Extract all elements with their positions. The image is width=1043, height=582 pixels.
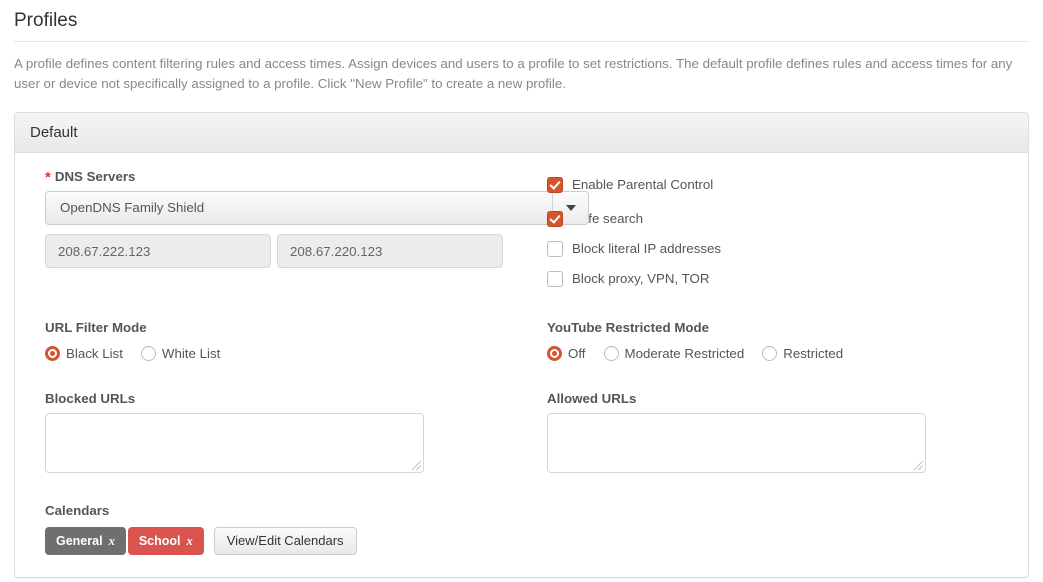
remove-icon[interactable]: x [109,527,115,555]
blocked-urls-label: Blocked URLs [45,391,136,406]
filter-options-list: Enable Parental Control Safe search Bloc… [547,168,998,291]
checkbox-block-proxy-vpn-tor[interactable] [547,270,563,287]
radio-row-youtube-off[interactable]: Off [547,345,586,362]
checkbox-row-safe-search[interactable]: Safe search [547,206,998,231]
calendars-group: Calendars General x School x View/Edit C… [45,502,998,555]
checkbox-block-literal-ip[interactable] [547,240,563,257]
radio-label-youtube-restricted: Restricted [783,345,844,361]
radio-youtube-moderate[interactable] [603,345,619,361]
calendars-tag-row: General x School x View/Edit Calendars [45,527,998,555]
radio-black-list[interactable] [45,345,60,361]
checkbox-label-block-proxy-vpn-tor: Block proxy, VPN, TOR [572,271,710,286]
radio-youtube-restricted[interactable] [762,345,778,361]
allowed-urls-textarea[interactable] [547,413,926,473]
dns-and-options-row: * DNS Servers OpenDNS Family Shield 208.… [45,168,998,296]
radio-youtube-off[interactable] [547,345,562,361]
radio-label-youtube-moderate: Moderate Restricted [624,345,745,361]
profile-panel-default: Default * DNS Servers OpenDNS Family Shie… [14,112,1029,578]
modes-row: URL Filter Mode Black List White List Yo… [45,319,998,364]
page-description: A profile defines content filtering rule… [14,56,1013,91]
dns-provider-selected-value: OpenDNS Family Shield [60,200,205,215]
remove-icon[interactable]: x [186,527,192,555]
dns-servers-group: * DNS Servers OpenDNS Family Shield [45,168,589,268]
dns-primary-input[interactable] [45,234,271,268]
calendar-tag-school[interactable]: School x [127,527,204,555]
radio-label-black-list: Black List [66,345,123,361]
checkbox-safe-search[interactable] [547,210,563,227]
panel-heading-default: Default [15,113,1028,153]
dns-ip-row [45,234,503,268]
view-edit-calendars-button[interactable]: View/Edit Calendars [213,527,357,555]
youtube-restricted-mode-radios: Off Moderate Restricted Restricted [547,342,998,364]
url-filter-mode-radios: Black List White List [45,342,503,364]
url-filter-mode-group: URL Filter Mode Black List White List [45,319,503,364]
allowed-urls-textarea-wrap [547,413,926,473]
url-filter-mode-label: URL Filter Mode [45,320,147,335]
profiles-page: Profiles A profile defines content filte… [0,0,1043,582]
checkbox-enable-parental-control[interactable] [547,176,563,193]
radio-row-white-list[interactable]: White List [140,345,221,362]
radio-white-list[interactable] [140,345,156,361]
checkbox-row-enable-parental-control[interactable]: Enable Parental Control [547,172,998,197]
checkbox-row-block-literal-ip[interactable]: Block literal IP addresses [547,236,998,261]
dns-secondary-input[interactable] [277,234,503,268]
radio-row-youtube-restricted[interactable]: Restricted [762,345,843,362]
blocked-urls-textarea[interactable] [45,413,424,473]
radio-row-black-list[interactable]: Black List [45,345,123,362]
filter-options-group: Enable Parental Control Safe search Bloc… [503,168,998,296]
panel-body: * DNS Servers OpenDNS Family Shield 208.… [15,153,1028,577]
dns-servers-label: * DNS Servers [45,168,503,186]
allowed-urls-label: Allowed URLs [547,391,637,406]
page-title: Profiles [14,0,1029,42]
urls-row: Blocked URLs Allowed URLs [45,390,998,473]
calendar-tag-general-label: General [56,534,103,548]
chevron-down-icon [565,205,576,211]
dns-servers-label-text: DNS Servers [54,169,136,184]
checkbox-label-block-literal-ip: Block literal IP addresses [572,241,722,256]
radio-label-white-list: White List [161,345,221,361]
youtube-restricted-mode-group: YouTube Restricted Mode Off Moderate Res… [503,319,998,364]
calendar-tag-general[interactable]: General x [45,527,126,555]
calendars-label: Calendars [45,503,110,518]
radio-row-youtube-moderate[interactable]: Moderate Restricted [603,345,745,362]
checkbox-row-block-proxy-vpn-tor[interactable]: Block proxy, VPN, TOR [547,266,998,291]
allowed-urls-group: Allowed URLs [503,390,998,473]
blocked-urls-group: Blocked URLs [45,390,503,473]
blocked-urls-textarea-wrap [45,413,424,473]
calendar-tag-school-label: School [138,534,181,548]
youtube-restricted-mode-label: YouTube Restricted Mode [547,320,710,335]
radio-label-youtube-off: Off [568,345,586,361]
required-asterisk-icon: * [45,169,51,186]
dns-provider-select[interactable]: OpenDNS Family Shield [45,191,589,225]
checkbox-label-enable-parental-control: Enable Parental Control [572,177,714,192]
